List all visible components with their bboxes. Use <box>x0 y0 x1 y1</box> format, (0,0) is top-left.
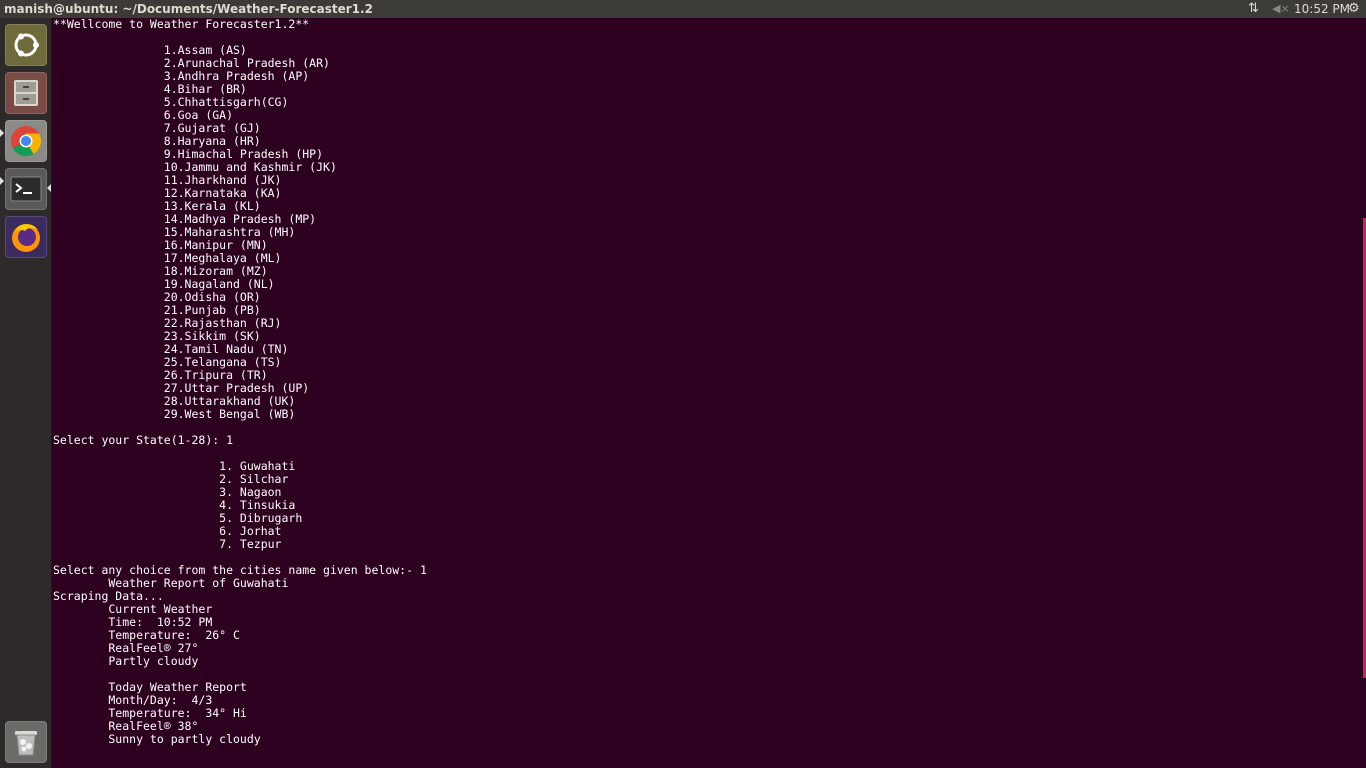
volume-muted-icon[interactable]: ◀× <box>1272 0 1290 18</box>
terminal-line: RealFeel® 27° <box>53 641 199 655</box>
running-indicator <box>0 177 4 185</box>
clock[interactable]: 10:52 PM <box>1294 0 1350 18</box>
terminal-window[interactable]: **Wellcome to Weather Forecaster1.2** 1.… <box>53 18 1366 768</box>
ubuntu-logo-icon[interactable] <box>5 24 47 66</box>
terminal-line: Scraping Data... <box>53 589 164 603</box>
terminal-line: Time: 10:52 PM <box>53 615 213 629</box>
terminal-line: 9.Himachal Pradesh (HP) <box>53 147 324 161</box>
terminal-line: 21.Punjab (PB) <box>53 303 261 317</box>
terminal-line: 2. Silchar <box>53 472 289 486</box>
terminal-line: 11.Jharkhand (JK) <box>53 173 282 187</box>
terminal-icon[interactable] <box>5 168 47 210</box>
terminal-line: Current Weather <box>53 602 213 616</box>
terminal-line: 24.Tamil Nadu (TN) <box>53 342 289 356</box>
terminal-line: 18.Mizoram (MZ) <box>53 264 268 278</box>
terminal-line: Weather Report of Guwahati <box>53 576 289 590</box>
terminal-line: Partly cloudy <box>53 654 199 668</box>
terminal-line: 5.Chhattisgarh(CG) <box>53 95 289 109</box>
terminal-line: 17.Meghalaya (ML) <box>53 251 282 265</box>
terminal-line: 2.Arunachal Pradesh (AR) <box>53 56 330 70</box>
running-indicator <box>0 129 4 137</box>
terminal-line: 1. Guwahati <box>53 459 296 473</box>
terminal-line: 14.Madhya Pradesh (MP) <box>53 212 317 226</box>
terminal-line: 7.Gujarat (GJ) <box>53 121 261 135</box>
terminal-line: Month/Day: 4/3 <box>53 693 213 707</box>
terminal-line: 7. Tezpur <box>53 537 282 551</box>
terminal-line: Select your State(1-28): 1 <box>53 433 234 447</box>
focused-indicator <box>47 184 51 192</box>
terminal-line: 29.West Bengal (WB) <box>53 407 296 421</box>
terminal-line: 15.Maharashtra (MH) <box>53 225 296 239</box>
terminal-line: 3.Andhra Pradesh (AP) <box>53 69 310 83</box>
files-cabinet-icon[interactable] <box>5 72 47 114</box>
terminal-line: Temperature: 34° Hi <box>53 706 247 720</box>
terminal-line: 25.Telangana (TS) <box>53 355 282 369</box>
gear-icon[interactable]: ⚙ <box>1348 0 1360 18</box>
terminal-line: 6. Jorhat <box>53 524 282 538</box>
terminal-line: 13.Kerala (KL) <box>53 199 261 213</box>
terminal-line: **Wellcome to Weather Forecaster1.2** <box>53 18 310 31</box>
terminal-line: 4. Tinsukia <box>53 498 296 512</box>
terminal-line: 27.Uttar Pradesh (UP) <box>53 381 310 395</box>
window-title: manish@ubuntu: ~/Documents/Weather-Forec… <box>4 2 373 16</box>
chrome-icon[interactable] <box>5 120 47 162</box>
terminal-line: 8.Haryana (HR) <box>53 134 261 148</box>
terminal-line: 16.Manipur (MN) <box>53 238 268 252</box>
terminal-line: Sunny to partly cloudy <box>53 732 261 746</box>
top-panel: manish@ubuntu: ~/Documents/Weather-Forec… <box>0 0 1366 18</box>
terminal-line: Today Weather Report <box>53 680 247 694</box>
terminal-line: 6.Goa (GA) <box>53 108 234 122</box>
launcher <box>0 18 52 768</box>
terminal-line: 1.Assam (AS) <box>53 43 247 57</box>
terminal-line: 5. Dibrugarh <box>53 511 303 525</box>
terminal-line: 28.Uttarakhand (UK) <box>53 394 296 408</box>
terminal-line: RealFeel® 38° <box>53 719 199 733</box>
terminal-line: 10.Jammu and Kashmir (JK) <box>53 160 337 174</box>
terminal-line: Select any choice from the cities name g… <box>53 563 427 577</box>
terminal-line: 23.Sikkim (SK) <box>53 329 261 343</box>
trash-icon[interactable] <box>5 721 47 763</box>
terminal-line: 12.Karnataka (KA) <box>53 186 282 200</box>
terminal-line: 20.Odisha (OR) <box>53 290 261 304</box>
terminal-line: 3. Nagaon <box>53 485 282 499</box>
terminal-line: Temperature: 26° C <box>53 628 240 642</box>
terminal-output: **Wellcome to Weather Forecaster1.2** 1.… <box>53 18 427 746</box>
network-arrows-icon[interactable]: ⇅ <box>1248 0 1259 18</box>
terminal-line: 19.Nagaland (NL) <box>53 277 275 291</box>
firefox-icon[interactable] <box>5 216 47 258</box>
terminal-line: 4.Bihar (BR) <box>53 82 247 96</box>
terminal-line: 26.Tripura (TR) <box>53 368 268 382</box>
terminal-line: 22.Rajasthan (RJ) <box>53 316 282 330</box>
